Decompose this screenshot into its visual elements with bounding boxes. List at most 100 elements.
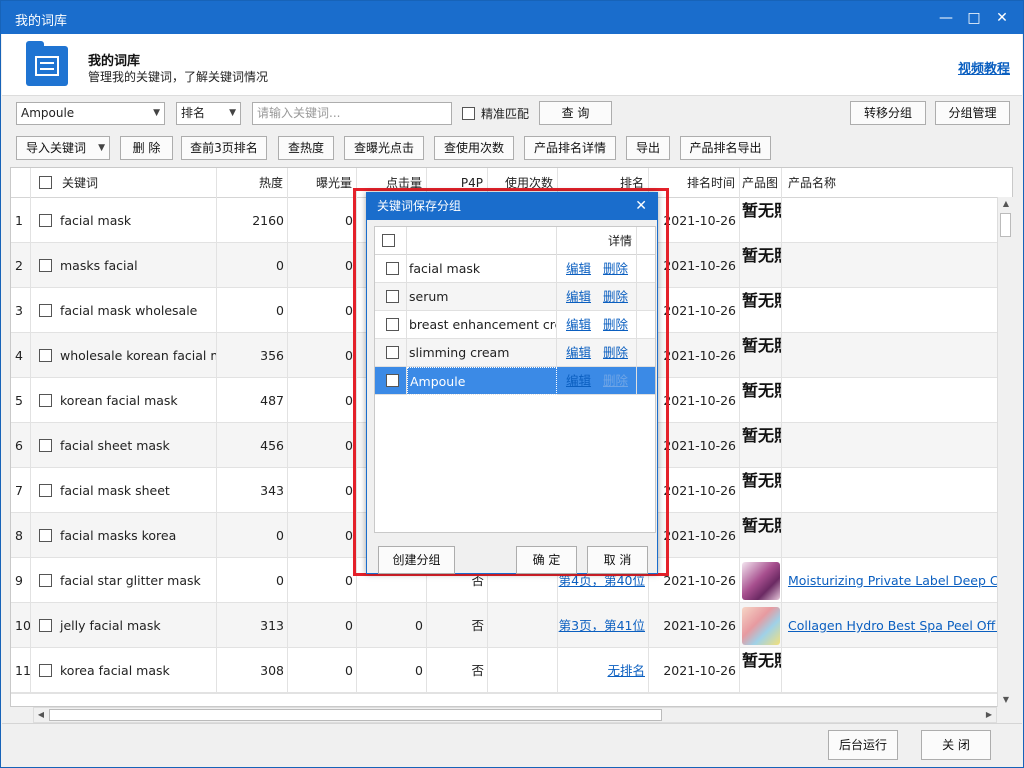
top3-rank-button[interactable]: 查前3页排名: [181, 136, 267, 160]
keyword-cell[interactable]: wholesale korean facial ma: [31, 333, 217, 378]
keyword-search-input[interactable]: 请输入关键词...: [252, 102, 452, 125]
title-bar[interactable]: 我的词库 — □ ✕: [1, 1, 1023, 34]
scroll-right-icon[interactable]: ▶: [982, 708, 996, 722]
col-product-name[interactable]: 产品名称: [782, 168, 1001, 198]
exact-match-checkbox[interactable]: [462, 107, 475, 120]
col-heat[interactable]: 热度: [217, 168, 288, 198]
delete-group-link[interactable]: 删除: [603, 255, 628, 283]
dialog-cancel-button[interactable]: 取 消: [587, 546, 648, 574]
group-name[interactable]: breast enhancement crea: [407, 311, 557, 339]
group-list-item[interactable]: facial mask 编辑 删除: [375, 255, 655, 283]
close-icon[interactable]: ✕: [993, 9, 1011, 27]
group-checkbox[interactable]: [386, 374, 399, 387]
row-checkbox[interactable]: [39, 574, 52, 587]
heat-button[interactable]: 查热度: [278, 136, 334, 160]
dialog-ok-button[interactable]: 确 定: [516, 546, 577, 574]
col-product-image[interactable]: 产品图: [740, 168, 782, 198]
keyword-cell[interactable]: facial mask sheet: [31, 468, 217, 513]
minimize-icon[interactable]: —: [937, 9, 955, 27]
close-button[interactable]: 关 闭: [921, 730, 991, 760]
keyword-cell[interactable]: korean facial mask: [31, 378, 217, 423]
group-name[interactable]: slimming cream: [407, 339, 557, 367]
edit-group-link[interactable]: 编辑: [566, 367, 591, 395]
delete-group-link[interactable]: 删除: [603, 339, 628, 367]
rank-cell[interactable]: 第3页，第41位: [558, 603, 649, 648]
group-checkbox[interactable]: [386, 262, 399, 275]
col-exposure[interactable]: 曝光量: [288, 168, 357, 198]
row-checkbox[interactable]: [39, 619, 52, 632]
edit-group-link[interactable]: 编辑: [566, 339, 591, 367]
scroll-left-icon[interactable]: ◀: [34, 708, 48, 722]
product-thumbnail[interactable]: [742, 562, 780, 600]
row-number: 6: [11, 423, 31, 468]
edit-group-link[interactable]: 编辑: [566, 311, 591, 339]
keyword-cell[interactable]: korea facial mask: [31, 648, 217, 693]
product-name-cell[interactable]: Moisturizing Private Label Deep Clea: [782, 558, 1001, 603]
rank-cell[interactable]: 无排名: [558, 648, 649, 693]
sort-select[interactable]: 排名 ▼: [176, 102, 241, 125]
col-keyword[interactable]: 关键词: [31, 168, 217, 198]
export-button[interactable]: 导出: [626, 136, 670, 160]
keyword-cell[interactable]: facial star glitter mask: [31, 558, 217, 603]
group-checkbox[interactable]: [386, 318, 399, 331]
product-name-cell[interactable]: Collagen Hydro Best Spa Peel Off Ro: [782, 603, 1001, 648]
group-name[interactable]: Ampoule: [407, 367, 557, 395]
move-group-button[interactable]: 转移分组: [850, 101, 926, 125]
group-manage-button[interactable]: 分组管理: [935, 101, 1010, 125]
delete-group-link[interactable]: 删除: [603, 283, 628, 311]
product-thumbnail[interactable]: [742, 607, 780, 645]
group-list-item[interactable]: breast enhancement crea 编辑 删除: [375, 311, 655, 339]
group-checkbox[interactable]: [386, 290, 399, 303]
row-checkbox[interactable]: [39, 259, 52, 272]
maximize-icon[interactable]: □: [965, 9, 983, 27]
row-checkbox[interactable]: [39, 439, 52, 452]
group-select-all-checkbox[interactable]: [382, 234, 395, 247]
dialog-close-icon[interactable]: ✕: [635, 193, 647, 220]
keyword-cell[interactable]: jelly facial mask: [31, 603, 217, 648]
import-keywords-button[interactable]: 导入关键词 ▼: [16, 136, 110, 160]
edit-group-link[interactable]: 编辑: [566, 255, 591, 283]
scroll-down-icon[interactable]: ▼: [999, 693, 1013, 707]
keyword-cell[interactable]: facial masks korea: [31, 513, 217, 558]
product-rank-export-button[interactable]: 产品排名导出: [680, 136, 771, 160]
keyword-cell[interactable]: masks facial: [31, 243, 217, 288]
horizontal-scroll-thumb[interactable]: [49, 709, 662, 721]
table-row[interactable]: 10 jelly facial mask 313 0 0 否第3页，第41位 2021-10…: [11, 603, 1001, 648]
row-checkbox[interactable]: [39, 304, 52, 317]
vertical-scrollbar[interactable]: ▲ ▼: [997, 197, 1013, 707]
query-button[interactable]: 查 询: [539, 101, 612, 125]
delete-group-link[interactable]: 删除: [603, 311, 628, 339]
group-list-item[interactable]: Ampoule 编辑 删除: [375, 367, 655, 395]
product-image-cell: 暂无照片: [740, 288, 782, 333]
keyword-cell[interactable]: facial sheet mask: [31, 423, 217, 468]
delete-button[interactable]: 删 除: [120, 136, 173, 160]
table-row[interactable]: 11 korea facial mask 308 0 0 否无排名 2021-10-26 暂无…: [11, 648, 1001, 693]
delete-group-link[interactable]: 删除: [603, 367, 628, 395]
create-group-button[interactable]: 创建分组: [378, 546, 455, 574]
group-list-item[interactable]: slimming cream 编辑 删除: [375, 339, 655, 367]
row-checkbox[interactable]: [39, 349, 52, 362]
vertical-scroll-thumb[interactable]: [1000, 213, 1011, 237]
horizontal-scrollbar[interactable]: ◀ ▶: [33, 707, 997, 723]
edit-group-link[interactable]: 编辑: [566, 283, 591, 311]
keyword-cell[interactable]: facial mask: [31, 198, 217, 243]
background-run-button[interactable]: 后台运行: [828, 730, 898, 760]
dialog-title-bar[interactable]: 关键词保存分组 ✕: [367, 193, 657, 220]
video-tutorial-link[interactable]: 视频教程: [958, 58, 1010, 77]
group-name[interactable]: serum: [407, 283, 557, 311]
p4p-cell: 否: [427, 603, 488, 648]
group-list-item[interactable]: serum 编辑 删除: [375, 283, 655, 311]
row-checkbox[interactable]: [39, 394, 52, 407]
scroll-up-icon[interactable]: ▲: [999, 197, 1013, 211]
use-count-button[interactable]: 查使用次数: [434, 136, 514, 160]
row-checkbox[interactable]: [39, 529, 52, 542]
exposure-click-button[interactable]: 查曝光点击: [344, 136, 424, 160]
keyword-cell[interactable]: facial mask wholesale: [31, 288, 217, 333]
row-checkbox[interactable]: [39, 664, 52, 677]
row-checkbox[interactable]: [39, 214, 52, 227]
group-select[interactable]: Ampoule ▼: [16, 102, 165, 125]
group-checkbox[interactable]: [386, 346, 399, 359]
product-rank-detail-button[interactable]: 产品排名详情: [524, 136, 616, 160]
row-checkbox[interactable]: [39, 484, 52, 497]
group-name[interactable]: facial mask: [407, 255, 557, 283]
